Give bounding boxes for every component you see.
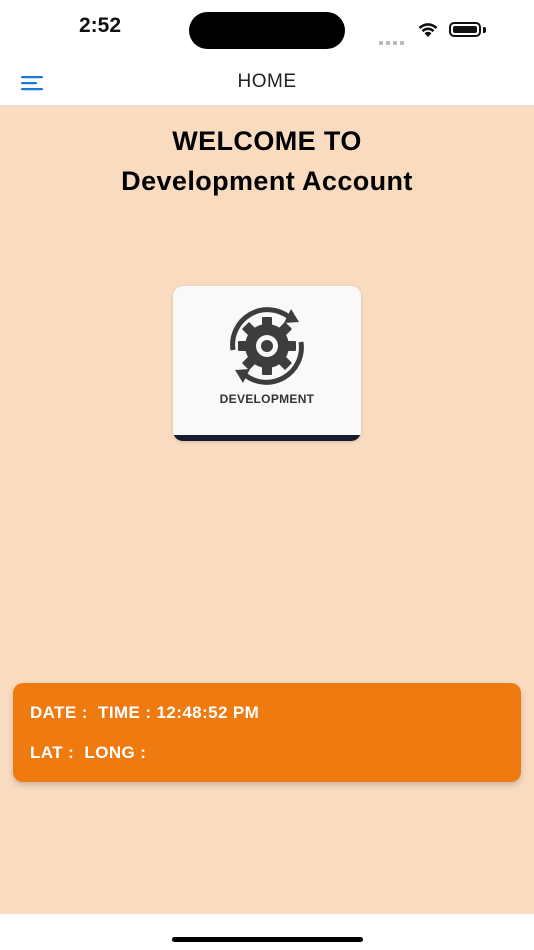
dynamic-island [189,12,345,49]
battery-tip [483,27,486,33]
main-content: WELCOME TO Development Account DEVELOPME… [0,106,534,914]
status-time: 2:52 [78,14,122,37]
lat-long-text: LAT : LONG : [30,743,147,762]
home-indicator-area [0,914,534,950]
date-time-text: DATE : TIME : 12:48:52 PM [30,703,260,722]
development-account-card[interactable]: DEVELOPMENT [173,286,361,441]
navigation-bar: HOME [0,60,534,106]
location-info-card: DATE : TIME : 12:48:52 PM LAT : LONG : [13,683,521,782]
status-bar: 2:52 [0,0,534,60]
home-indicator[interactable] [172,937,363,942]
wifi-icon [418,23,438,37]
welcome-heading: WELCOME TO [172,126,362,156]
account-name-heading: Development Account [121,166,413,196]
battery-icon [449,22,481,37]
card-label: DEVELOPMENT [219,392,315,406]
gear-cycle-icon [230,307,304,385]
card-bottom-strip [173,435,361,441]
page-title: HOME [237,71,297,92]
cellular-signal-icon [379,32,407,50]
